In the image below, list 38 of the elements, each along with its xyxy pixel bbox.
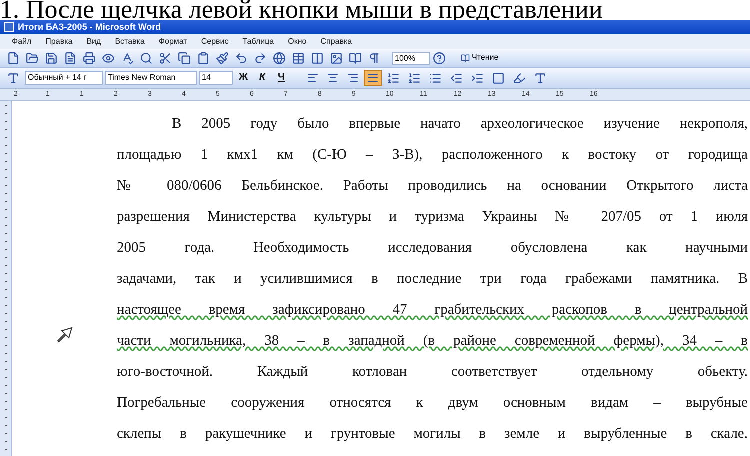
- document-line: № 080/0606 Бельбинское. Работы проводились на основании Открытого листа: [117, 177, 748, 196]
- format-button[interactable]: Ж: [235, 73, 252, 83]
- menu-item[interactable]: Вставка: [115, 38, 145, 46]
- font-field[interactable]: Times New Roman: [105, 71, 197, 85]
- reading-button[interactable]: Чтение: [457, 54, 503, 62]
- align-icon: [367, 72, 379, 84]
- menu-item[interactable]: Вид: [86, 38, 102, 46]
- align-icon: [327, 72, 339, 84]
- align-icon: [307, 72, 319, 84]
- document-line: Погребальные сооружения относятся к двум основным видам – вырубные: [117, 394, 748, 413]
- align-button[interactable]: [364, 70, 382, 86]
- document-line: задачами, так и усилившимися в последние три года грабежами памятника. В: [117, 270, 748, 289]
- window-title: Итоги БАЗ-2005 - Microsoft Word: [18, 22, 162, 32]
- menu-item[interactable]: Файл: [12, 38, 32, 46]
- menu-item[interactable]: Справка: [320, 38, 352, 46]
- menu-item[interactable]: Окно: [288, 38, 307, 46]
- document-line: настоящее время зафиксировано 47 грабительских раскопов в центральной: [117, 301, 748, 320]
- document-line: юго-восточной. Каждый котлован соответствует отдельному обьекту.: [117, 363, 748, 382]
- format-button[interactable]: Ч: [273, 73, 290, 83]
- document-line: части могильника, 38 – в западной (в районе современной фермы), 34 – в: [117, 332, 748, 351]
- menu-item[interactable]: Сервис: [201, 38, 229, 46]
- document-line: 2005 года. Необходимость исследования обусловлена как научными: [117, 239, 748, 258]
- caption-text: 1. После щелчка левой кнопки мыши в представлении: [0, 0, 604, 20]
- document-line: разрешения Министерства культуры и туризма Украины № 207/05 от 1 июля: [117, 208, 748, 227]
- document-line: В 2005 году было впервые начато археологическое изучение некрополя,: [171, 115, 748, 134]
- menu-item[interactable]: Правка: [46, 38, 73, 46]
- book-icon: [461, 54, 470, 62]
- mouse-pointer-icon: [56, 327, 72, 343]
- format-button[interactable]: К: [254, 73, 271, 83]
- zoom-field[interactable]: 100%: [392, 52, 430, 64]
- document-line: площадью 1 кмх1 км (С-Ю – З-В), расположенного к востоку от городища: [117, 146, 748, 165]
- align-icon: [347, 72, 359, 84]
- document-line: склепы в ракушечнике и грунтовые могилы в земле и вырубленные в скале.: [117, 425, 748, 444]
- menu-item[interactable]: Таблица: [242, 38, 274, 46]
- style-field[interactable]: Обычный + 14 г: [25, 71, 103, 85]
- menu-item[interactable]: Формат: [158, 38, 188, 46]
- word-app-icon: [4, 22, 14, 32]
- size-field[interactable]: 14: [199, 71, 233, 85]
